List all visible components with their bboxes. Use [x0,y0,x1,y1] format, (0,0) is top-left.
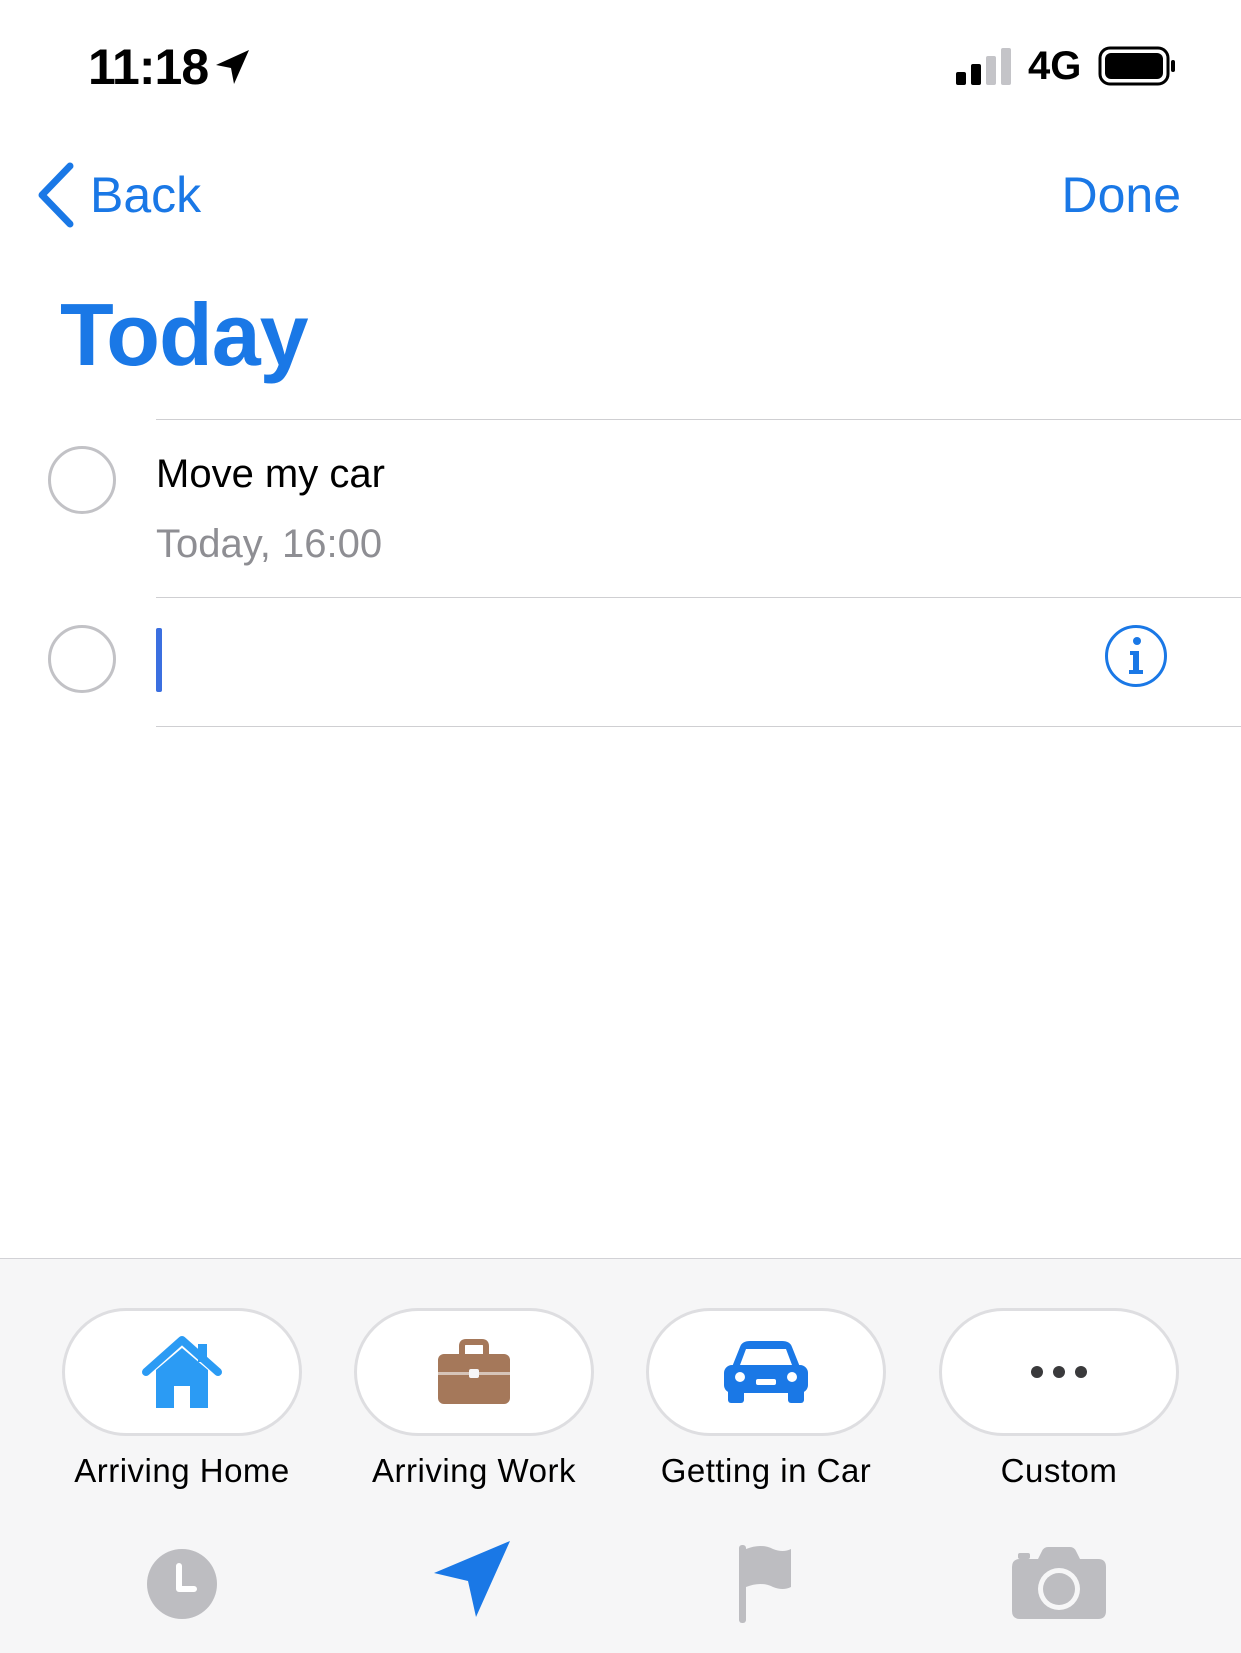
getting-in-car-button[interactable] [646,1308,886,1436]
complete-checkbox[interactable] [48,446,116,514]
arriving-home-button[interactable] [62,1308,302,1436]
new-item-input[interactable] [156,624,1056,690]
camera-icon[interactable] [1010,1545,1108,1621]
suggestion-custom: Custom [913,1308,1205,1490]
status-bar: 11:18 4G [0,0,1241,130]
home-icon [142,1336,222,1408]
suggestion-getting-in-car: Getting in Car [620,1308,912,1490]
more-icon [1031,1366,1087,1378]
flag-icon[interactable] [735,1541,795,1625]
back-label: Back [90,167,202,223]
custom-location-button[interactable] [939,1308,1179,1436]
divider [156,419,1241,420]
item-title[interactable]: Move my car [156,452,385,497]
text-cursor [156,628,162,692]
suggestion-label: Arriving Work [372,1452,576,1489]
network-label: 4G [1028,44,1082,88]
suggestion-label: Getting in Car [660,1452,872,1489]
car-icon [724,1341,808,1403]
chevron-left-icon [38,162,74,228]
status-time: 11:18 [88,39,209,95]
location-arrow-icon [216,50,249,84]
new-item-checkbox[interactable] [48,625,116,693]
done-button[interactable]: Done [1061,166,1181,224]
page-title: Today [60,285,309,384]
battery-icon [1098,46,1175,86]
location-toolbar: Arriving Home Arriving Work Getting in C… [0,1258,1241,1653]
back-button[interactable]: Back [36,160,201,230]
divider [156,597,1241,598]
suggestion-arriving-work: Arriving Work [328,1308,620,1490]
location-icon[interactable] [430,1537,514,1621]
info-icon[interactable] [1104,624,1168,688]
signal-bars-icon [956,48,1011,85]
arriving-work-button[interactable] [354,1308,594,1436]
suggestion-arriving-home: Arriving Home [36,1308,328,1490]
divider [156,726,1241,727]
briefcase-icon [438,1339,510,1404]
suggestion-label: Arriving Home [74,1452,290,1489]
suggestion-label: Custom [1000,1452,1118,1489]
item-due-date: Today, 16:00 [156,522,383,566]
clock-icon[interactable] [146,1548,218,1620]
